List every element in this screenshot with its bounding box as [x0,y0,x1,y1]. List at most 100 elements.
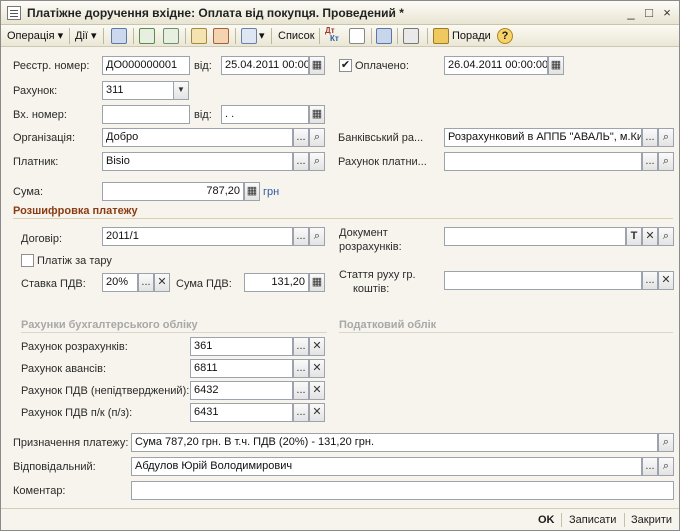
footer-bar: OK Записати Закрити [1,508,679,530]
payer-field[interactable]: Bisio [102,152,293,171]
report-icon[interactable] [349,28,365,44]
reg-date-label: від: [194,60,212,72]
cashflow-field[interactable] [444,271,642,290]
post-icon[interactable] [139,28,155,44]
structure-icon[interactable] [376,28,392,44]
close-window-button[interactable]: × [659,5,675,21]
select-button[interactable]: ... [293,403,309,422]
container-payment-checkbox[interactable] [21,254,34,267]
search-icon[interactable]: ⌕ [309,152,325,171]
dt-kt-icon[interactable]: Дт Кт [325,27,339,45]
move-down-icon[interactable] [213,28,229,44]
move-up-icon[interactable] [191,28,207,44]
payer-account-label: Рахунок платни... [338,156,427,168]
comment-field[interactable] [131,481,674,500]
select-button[interactable]: ... [138,273,154,292]
settlement-account-label: Рахунок розрахунків: [21,341,128,353]
select-button[interactable]: ... [293,152,309,171]
org-field[interactable]: Добро [102,128,293,147]
dropdown-icon[interactable]: ▼ [173,81,189,100]
advances-account-label: Рахунок авансів: [21,363,107,375]
ok-button[interactable]: OK [538,512,555,528]
purpose-field[interactable]: Сума 787,20 грн. В т.ч. ПДВ (20%) - 131,… [131,433,658,452]
search-icon[interactable]: ⌕ [658,433,674,452]
account-select[interactable]: 311 [102,81,174,100]
operation-menu[interactable]: Операція ▾ [7,27,63,45]
select-button[interactable]: ... [293,227,309,246]
reg-number-label: Реєстр. номер: [13,60,90,72]
select-button[interactable]: ... [293,337,309,356]
account-label: Рахунок: [13,85,58,97]
post-and-close-icon[interactable] [111,28,127,44]
calendar-icon[interactable]: ▦ [548,56,564,75]
search-icon[interactable]: ⌕ [658,457,674,476]
clear-icon[interactable]: ✕ [309,359,325,378]
purpose-label: Призначення платежу: [13,437,129,449]
close-button[interactable]: Закрити [631,512,672,528]
toolbar-separator [319,28,320,44]
document-window: Платіжне доручення вхідне: Оплата від по… [0,0,680,531]
settlement-doc-label-2: розрахунків: [339,241,402,253]
calendar-icon[interactable]: ▦ [309,105,325,124]
minimize-button[interactable]: _ [623,5,639,21]
paid-checkbox[interactable]: ✔ [339,59,352,72]
currency-label: грн [263,186,280,198]
settlement-doc-field[interactable] [444,227,626,246]
reg-date-field[interactable]: 25.04.2011 00:00 [221,56,309,75]
text-type-icon[interactable]: T [626,227,642,246]
maximize-button[interactable]: □ [641,5,657,21]
clear-icon[interactable]: ✕ [309,403,325,422]
accounting-section-title: Рахунки бухгалтерського обліку [21,319,198,331]
responsible-field[interactable]: Абдулов Юрій Володимирович [131,457,642,476]
clear-icon[interactable]: ✕ [309,381,325,400]
calculator-icon[interactable]: ▦ [244,182,260,201]
select-button[interactable]: ... [293,381,309,400]
chevron-down-icon[interactable]: ▾ [259,27,265,45]
list-button[interactable]: Список [278,27,315,45]
in-date-field[interactable]: . . [221,105,309,124]
clear-icon[interactable]: ✕ [642,227,658,246]
paid-date-field[interactable]: 26.04.2011 00:00:00 [444,56,548,75]
vat-unconfirmed-account-field[interactable]: 6432 [190,381,293,400]
reg-number-field[interactable]: ДО000000001 [102,56,190,75]
select-button[interactable]: ... [293,359,309,378]
enter-based-on-icon[interactable] [241,28,257,44]
search-icon[interactable]: ⌕ [658,227,674,246]
vat-account-field[interactable]: 6431 [190,403,293,422]
search-icon[interactable]: ⌕ [658,152,674,171]
columns-icon[interactable] [403,28,419,44]
sum-field[interactable]: 787,20 [102,182,244,201]
actions-menu[interactable]: Дії ▾ [75,27,97,45]
help-icon[interactable]: ? [497,28,513,44]
bank-field[interactable]: Розрахунковий в АППБ "АВАЛЬ", м.Ки... [444,128,642,147]
settlement-account-field[interactable]: 361 [190,337,293,356]
save-button[interactable]: Записати [569,512,616,528]
copy-icon[interactable] [163,28,179,44]
vat-sum-field[interactable]: 131,20 [244,273,309,292]
select-button[interactable]: ... [293,128,309,147]
clear-icon[interactable]: ✕ [309,337,325,356]
select-button[interactable]: ... [642,152,658,171]
advances-account-field[interactable]: 6811 [190,359,293,378]
calculator-icon[interactable]: ▦ [309,273,325,292]
select-button[interactable]: ... [642,457,658,476]
tips-button[interactable]: Поради [452,27,491,45]
payer-account-field[interactable] [444,152,642,171]
in-number-field[interactable] [102,105,190,124]
select-button[interactable]: ... [642,128,658,147]
chevron-down-icon: ▾ [57,30,64,42]
title-bar: Платіжне доручення вхідне: Оплата від по… [1,1,679,25]
clear-icon[interactable]: ✕ [154,273,170,292]
tips-icon[interactable] [433,28,449,44]
contract-field[interactable]: 2011/1 [102,227,293,246]
container-payment-label: Платіж за тару [37,255,112,267]
clear-icon[interactable]: ✕ [658,271,674,290]
calendar-icon[interactable]: ▦ [309,56,325,75]
payer-label: Платник: [13,156,59,168]
search-icon[interactable]: ⌕ [658,128,674,147]
search-icon[interactable]: ⌕ [309,227,325,246]
cashflow-label-2: коштів: [353,283,390,295]
vat-rate-field[interactable]: 20% [102,273,138,292]
select-button[interactable]: ... [642,271,658,290]
search-icon[interactable]: ⌕ [309,128,325,147]
